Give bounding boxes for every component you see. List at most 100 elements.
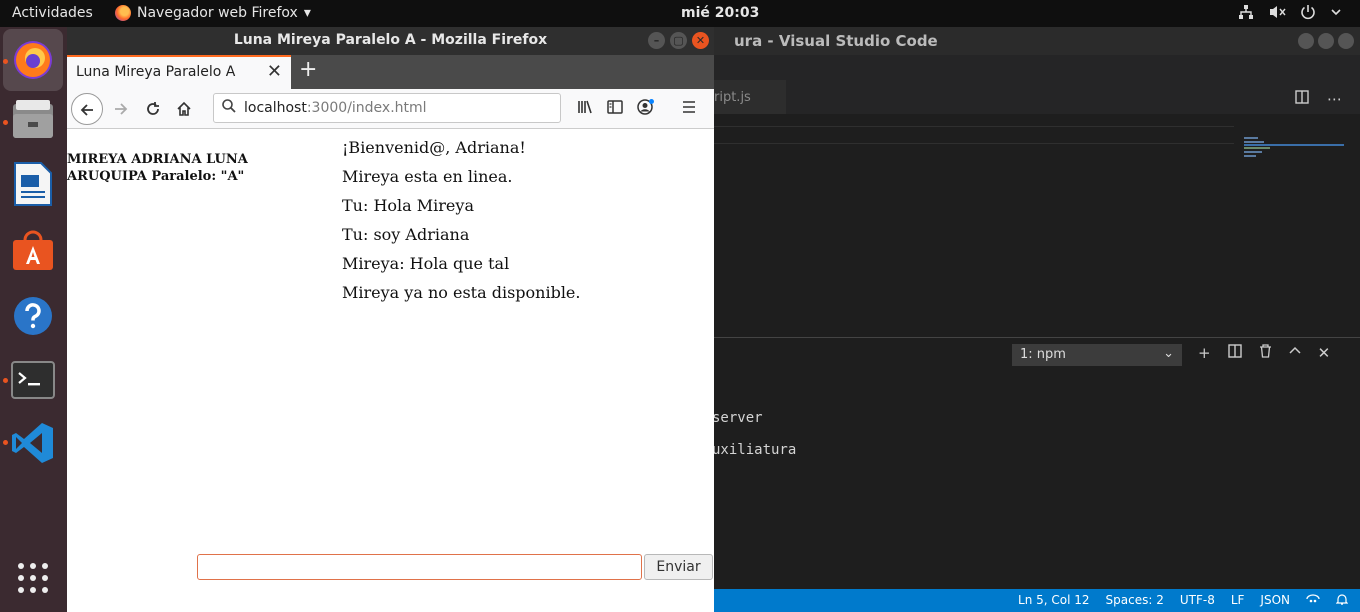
app-menu[interactable]: Navegador web Firefox ▾ bbox=[115, 5, 311, 21]
new-terminal-icon[interactable]: + bbox=[1198, 344, 1211, 362]
app-grid-icon bbox=[18, 563, 48, 593]
chat-message: Tu: Hola Mireya bbox=[342, 196, 474, 215]
status-eol[interactable]: LF bbox=[1231, 593, 1245, 609]
editor-tab[interactable]: ript.js bbox=[714, 80, 786, 116]
split-terminal-icon[interactable] bbox=[1227, 344, 1242, 362]
maximize-button[interactable]: ▢ bbox=[670, 32, 687, 49]
running-indicator bbox=[3, 120, 8, 125]
dock-terminal[interactable] bbox=[10, 357, 56, 403]
chat-message: ¡Bienvenid@, Adriana! bbox=[342, 138, 526, 157]
browser-tab[interactable]: Luna Mireya Paralelo A ✕ bbox=[67, 55, 291, 89]
help-icon bbox=[14, 297, 52, 335]
dock-show-applications[interactable] bbox=[10, 555, 56, 601]
page-content: MIREYA ADRIANA LUNA ARUQUIPA Paralelo: "… bbox=[67, 129, 714, 612]
minimize-button[interactable]: – bbox=[648, 32, 665, 49]
system-tray[interactable] bbox=[1238, 4, 1342, 24]
writer-icon bbox=[14, 162, 52, 206]
message-input[interactable] bbox=[197, 554, 642, 580]
account-icon[interactable] bbox=[637, 99, 655, 119]
terminal-line: server bbox=[712, 410, 763, 426]
reload-button[interactable] bbox=[137, 93, 169, 125]
chevron-down-icon: ⌄ bbox=[1163, 346, 1174, 361]
split-editor-icon[interactable] bbox=[1295, 90, 1309, 108]
activities-button[interactable]: Actividades bbox=[12, 5, 93, 21]
arrow-right-icon bbox=[115, 103, 128, 115]
tab-strip: Luna Mireya Paralelo A ✕ + bbox=[67, 55, 714, 89]
forward-button[interactable] bbox=[105, 93, 137, 125]
dock-vscode[interactable] bbox=[10, 420, 56, 466]
terminal-icon bbox=[11, 361, 55, 399]
vscode-titlebar[interactable]: ura - Visual Studio Code bbox=[714, 27, 1360, 55]
chat-message: Tu: soy Adriana bbox=[342, 225, 470, 244]
dock-firefox[interactable] bbox=[3, 29, 63, 91]
app-menu-label: Navegador web Firefox bbox=[137, 5, 298, 21]
menu-icon[interactable] bbox=[681, 99, 697, 119]
maximize-button[interactable] bbox=[1318, 33, 1334, 49]
chat-message: Mireya ya no esta disponible. bbox=[342, 283, 581, 302]
navigation-toolbar: localhost:3000/index.html bbox=[67, 89, 714, 129]
running-indicator bbox=[3, 59, 8, 64]
editor-tabs bbox=[714, 55, 1360, 114]
firefox-icon bbox=[115, 5, 131, 21]
status-bar: Ln 5, Col 12 Spaces: 2 UTF-8 LF JSON bbox=[714, 589, 1360, 612]
top-bar: Actividades Navegador web Firefox ▾ mié … bbox=[0, 0, 1360, 27]
feedback-icon[interactable] bbox=[1306, 593, 1320, 609]
author-heading: MIREYA ADRIANA LUNA ARUQUIPA Paralelo: "… bbox=[67, 152, 248, 184]
close-panel-icon[interactable]: ✕ bbox=[1318, 344, 1331, 362]
minimap[interactable] bbox=[1244, 137, 1344, 167]
bell-icon[interactable] bbox=[1335, 593, 1349, 609]
new-tab-button[interactable]: + bbox=[299, 57, 317, 82]
power-icon[interactable] bbox=[1300, 4, 1316, 24]
status-indentation[interactable]: Spaces: 2 bbox=[1106, 593, 1164, 609]
minimize-button[interactable] bbox=[1298, 33, 1314, 49]
chat-message: Mireya esta en linea. bbox=[342, 167, 513, 186]
dock bbox=[0, 27, 67, 612]
browser-tab-label: Luna Mireya Paralelo A bbox=[76, 64, 236, 80]
running-indicator bbox=[3, 378, 8, 383]
search-icon bbox=[222, 99, 236, 117]
close-tab-icon[interactable]: ✕ bbox=[267, 61, 282, 82]
maximize-panel-icon[interactable] bbox=[1289, 344, 1301, 362]
url-host: localhost bbox=[244, 100, 307, 116]
vscode-window: ura - Visual Studio Code ript.js ⋯ 1: np… bbox=[712, 27, 1360, 612]
send-button[interactable]: Enviar bbox=[644, 554, 713, 580]
firefox-titlebar[interactable]: Luna Mireya Paralelo A - Mozilla Firefox… bbox=[67, 27, 714, 55]
reload-icon bbox=[147, 102, 159, 115]
vscode-icon bbox=[12, 423, 53, 463]
current-line-highlight bbox=[714, 126, 1234, 144]
chevron-down-icon: ▾ bbox=[303, 5, 311, 21]
home-icon bbox=[177, 101, 191, 116]
library-icon[interactable] bbox=[577, 99, 593, 119]
more-actions-icon[interactable]: ⋯ bbox=[1327, 90, 1342, 108]
dock-files[interactable] bbox=[10, 97, 56, 143]
dock-libreoffice-writer[interactable] bbox=[10, 161, 56, 207]
status-language[interactable]: JSON bbox=[1260, 593, 1290, 609]
vscode-window-title: ura - Visual Studio Code bbox=[734, 32, 938, 50]
sidebar-icon[interactable] bbox=[607, 99, 623, 119]
arrow-left-icon bbox=[80, 104, 93, 116]
status-cursor-position[interactable]: Ln 5, Col 12 bbox=[1018, 593, 1090, 609]
dock-help[interactable] bbox=[10, 293, 56, 339]
network-icon[interactable] bbox=[1238, 4, 1254, 24]
home-button[interactable] bbox=[168, 93, 200, 125]
chat-messages: ¡Bienvenid@, Adriana! Mireya esta en lin… bbox=[342, 133, 702, 307]
files-icon bbox=[13, 100, 53, 138]
back-button[interactable] bbox=[71, 93, 103, 125]
close-button[interactable]: ✕ bbox=[692, 32, 709, 49]
firefox-icon bbox=[14, 41, 52, 79]
chevron-down-icon[interactable] bbox=[1330, 4, 1342, 24]
close-button[interactable] bbox=[1338, 33, 1354, 49]
terminal-panel[interactable] bbox=[714, 337, 1360, 589]
dock-ubuntu-software[interactable] bbox=[10, 227, 56, 273]
volume-muted-icon[interactable] bbox=[1268, 4, 1286, 24]
status-encoding[interactable]: UTF-8 bbox=[1180, 593, 1215, 609]
url-bar[interactable]: localhost:3000/index.html bbox=[213, 93, 561, 123]
clock[interactable]: mié 20:03 bbox=[681, 5, 759, 21]
trash-icon[interactable] bbox=[1259, 344, 1272, 362]
url-path: :3000/index.html bbox=[306, 100, 427, 116]
firefox-window: Luna Mireya Paralelo A - Mozilla Firefox… bbox=[67, 27, 714, 612]
software-bag-icon bbox=[13, 230, 53, 270]
editor-tab-label: ript.js bbox=[714, 90, 751, 105]
terminal-select[interactable]: 1: npm ⌄ bbox=[1012, 344, 1182, 366]
terminal-select-value: 1: npm bbox=[1020, 347, 1066, 362]
